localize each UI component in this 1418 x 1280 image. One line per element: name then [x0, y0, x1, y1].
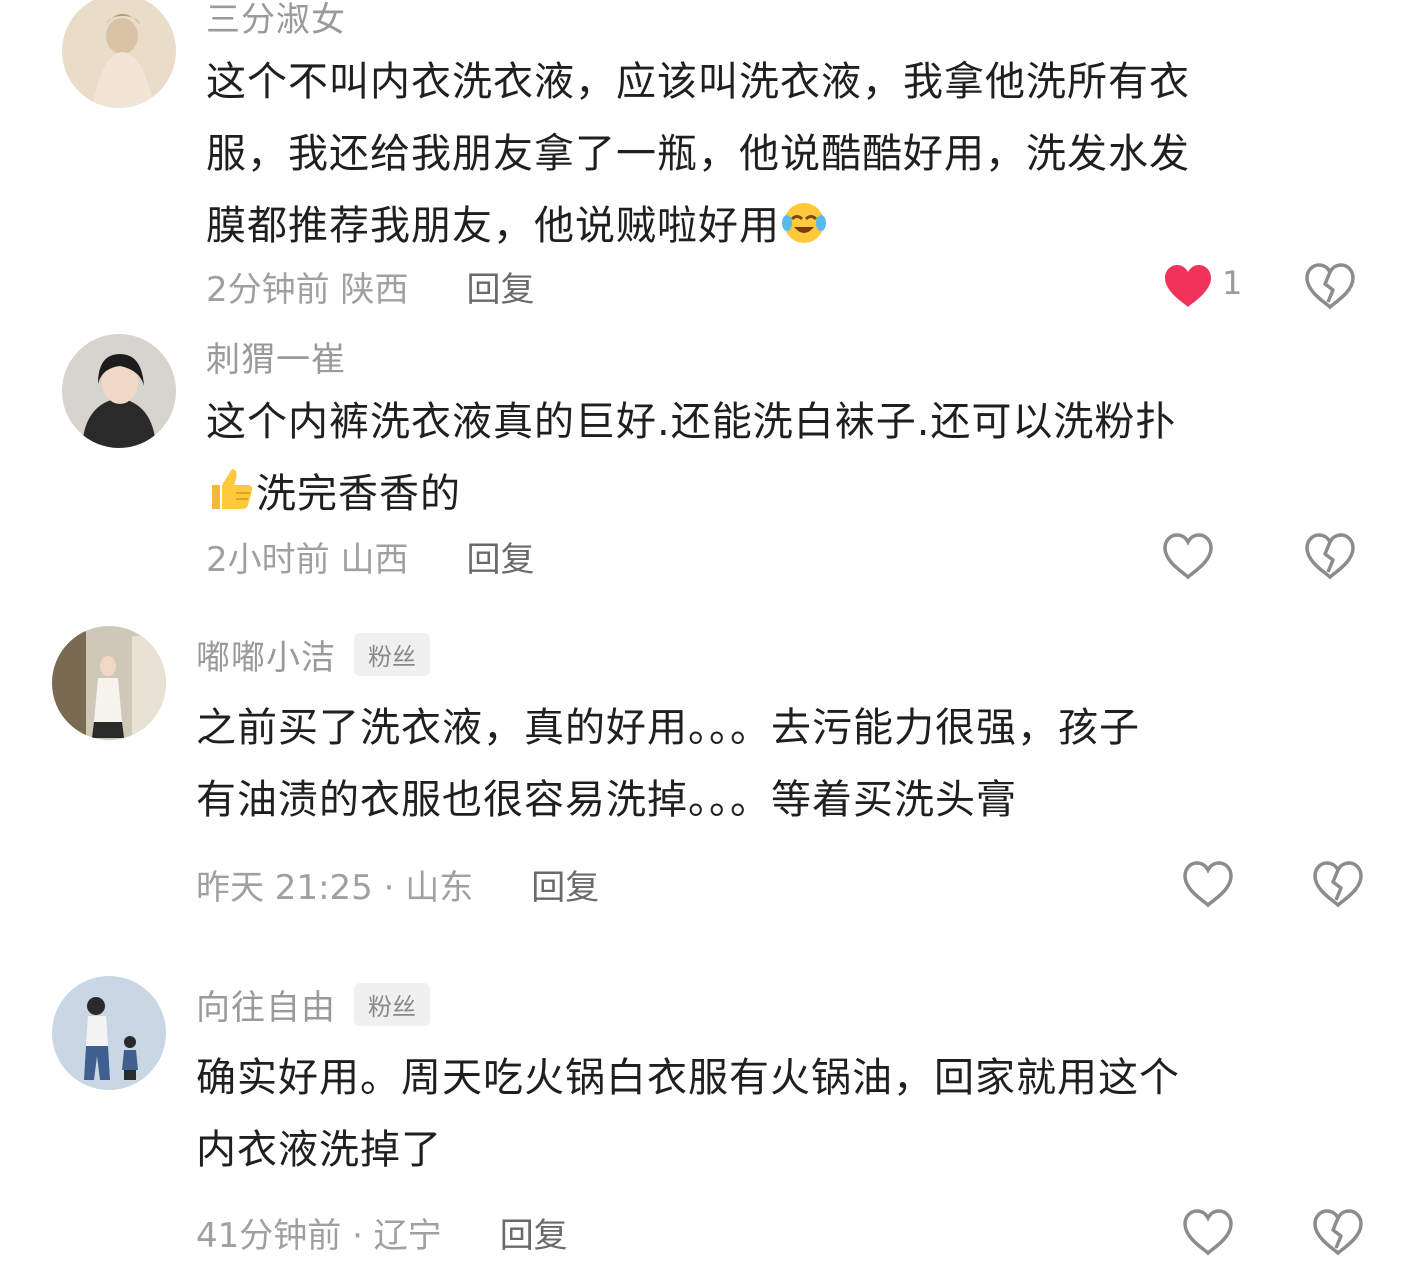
heart-filled-icon[interactable]	[1162, 262, 1214, 310]
comment-meta-row: 昨天 21:25 · 山东 回复	[196, 860, 599, 908]
comment-text-line: 有油渍的衣服也很容易洗掉。。。等着买洗头膏	[196, 777, 1017, 823]
avatar[interactable]	[62, 334, 176, 448]
username[interactable]: 三分淑女	[206, 0, 346, 41]
heart-outline-icon[interactable]	[1182, 1208, 1234, 1256]
thumbs-up-emoji	[206, 463, 256, 536]
comment-text-line: 内衣液洗掉了	[196, 1127, 442, 1173]
comment-meta: 昨天 21:25 · 山东	[196, 867, 474, 908]
avatar[interactable]	[52, 976, 166, 1090]
fan-badge: 粉丝	[354, 632, 430, 676]
comment-item: 向往自由 粉丝 确实好用。周天吃火锅白衣服有火锅油，回家就用这个 内衣液洗掉了 …	[0, 970, 1418, 1280]
comment-text-segment: 洗完香香的	[256, 471, 461, 517]
comment-text: 这个内裤洗衣液真的巨好.还能洗白袜子.还可以洗粉扑 洗完香香的	[206, 386, 1366, 536]
username[interactable]: 嘟嘟小洁	[196, 630, 336, 679]
reply-button[interactable]: 回复	[531, 860, 599, 909]
broken-heart-icon[interactable]	[1304, 262, 1356, 310]
reply-button[interactable]: 回复	[466, 262, 534, 311]
broken-heart-icon[interactable]	[1304, 532, 1356, 580]
broken-heart-icon[interactable]	[1312, 1208, 1364, 1256]
username-row: 刺猬一崔	[206, 332, 346, 381]
comment-text: 确实好用。周天吃火锅白衣服有火锅油，回家就用这个 内衣液洗掉了	[196, 1042, 1376, 1186]
like-count: 1	[1222, 264, 1243, 302]
comment-meta-row: 2分钟前 陕西 回复	[206, 262, 534, 310]
comment-item: 嘟嘟小洁 粉丝 之前买了洗衣液，真的好用。。。去污能力很强，孩子 有油渍的衣服也…	[0, 620, 1418, 940]
comment-meta-row: 2小时前 山西 回复	[206, 532, 534, 580]
broken-heart-icon[interactable]	[1312, 860, 1364, 908]
heart-outline-icon[interactable]	[1182, 860, 1234, 908]
comment-text-line: 这个不叫内衣洗衣液，应该叫洗衣液，我拿他洗所有衣	[206, 59, 1190, 105]
comment-text: 之前买了洗衣液，真的好用。。。去污能力很强，孩子 有油渍的衣服也很容易洗掉。。。…	[196, 692, 1376, 836]
comment-text: 这个不叫内衣洗衣液，应该叫洗衣液，我拿他洗所有衣 服，我还给我朋友拿了一瓶，他说…	[206, 46, 1366, 268]
comment-text-segment: 膜都推荐我朋友，他说贼啦好用	[206, 203, 780, 249]
comment-text-line: 洗完香香的	[206, 458, 1366, 536]
heart-outline-icon[interactable]	[1162, 532, 1214, 580]
comment-meta-row: 41分钟前 · 辽宁 回复	[196, 1208, 568, 1256]
avatar[interactable]	[52, 626, 166, 740]
username-row: 嘟嘟小洁 粉丝	[196, 630, 430, 679]
laugh-crying-emoji	[780, 196, 828, 268]
comment-meta: 41分钟前 · 辽宁	[196, 1215, 442, 1256]
fan-badge: 粉丝	[354, 982, 430, 1026]
comment-text-line: 这个内裤洗衣液真的巨好.还能洗白袜子.还可以洗粉扑	[206, 399, 1177, 445]
username-row: 向往自由 粉丝	[196, 980, 430, 1029]
username[interactable]: 向往自由	[196, 980, 336, 1029]
comment-text-line: 之前买了洗衣液，真的好用。。。去污能力很强，孩子	[196, 705, 1140, 751]
avatar[interactable]	[62, 0, 176, 108]
username[interactable]: 刺猬一崔	[206, 332, 346, 381]
comment-item: 三分淑女 这个不叫内衣洗衣液，应该叫洗衣液，我拿他洗所有衣 服，我还给我朋友拿了…	[0, 0, 1418, 320]
comment-meta: 2小时前 山西	[206, 539, 409, 580]
reply-button[interactable]: 回复	[500, 1208, 568, 1257]
comment-text-line: 膜都推荐我朋友，他说贼啦好用	[206, 190, 1366, 268]
comment-meta: 2分钟前 陕西	[206, 269, 409, 310]
comment-text-line: 确实好用。周天吃火锅白衣服有火锅油，回家就用这个	[196, 1055, 1180, 1101]
username-row: 三分淑女	[206, 0, 346, 41]
comment-text-line: 服，我还给我朋友拿了一瓶，他说酷酷好用，洗发水发	[206, 131, 1190, 177]
comment-item: 刺猬一崔 这个内裤洗衣液真的巨好.还能洗白袜子.还可以洗粉扑 洗完香香的 2小时…	[0, 330, 1418, 600]
reply-button[interactable]: 回复	[466, 532, 534, 581]
